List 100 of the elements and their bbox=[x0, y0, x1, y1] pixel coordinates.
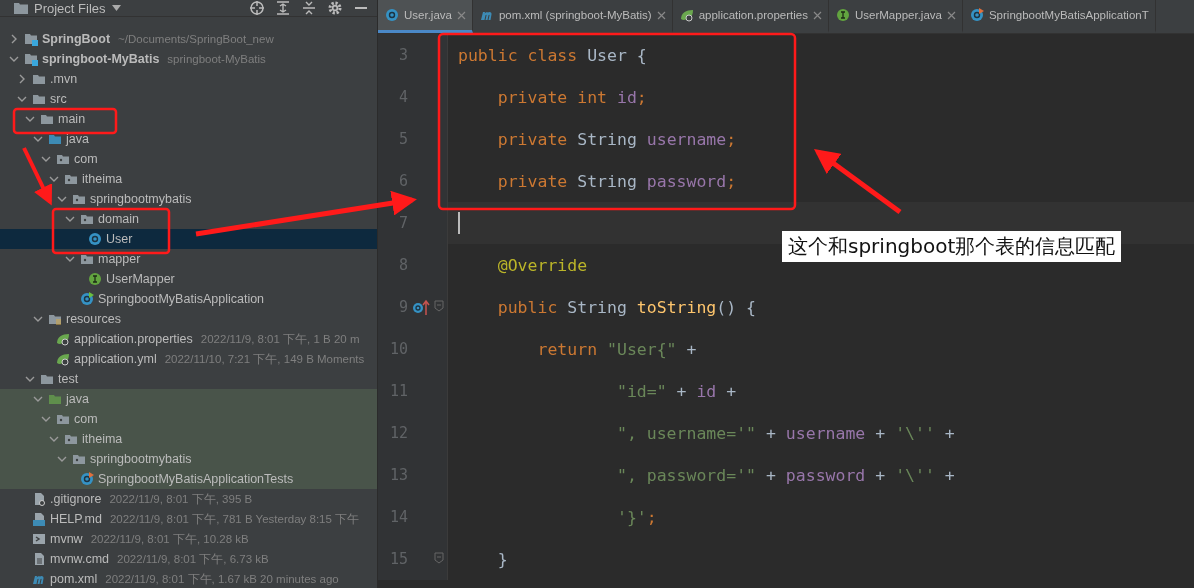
package-icon bbox=[80, 212, 94, 226]
item-name: HELP.md bbox=[50, 512, 102, 526]
tree-row[interactable]: SpringbootMyBatisApplicationTests bbox=[0, 469, 377, 489]
editor-tab[interactable]: application.properties bbox=[672, 0, 829, 33]
expand-all-button[interactable] bbox=[275, 0, 291, 16]
override-marker-icon[interactable] bbox=[412, 299, 430, 315]
code-line: public String toString() { bbox=[496, 297, 757, 317]
tree-row[interactable]: User bbox=[0, 229, 377, 249]
dropdown-caret-icon[interactable] bbox=[111, 5, 121, 11]
item-details: 2022/11/9, 8:01 下午, 1.67 kB 20 minutes ago bbox=[105, 571, 339, 587]
class-icon bbox=[385, 8, 399, 22]
tab-label: User.java bbox=[404, 9, 452, 21]
item-name: SpringbootMyBatisApplicationTests bbox=[98, 472, 294, 486]
item-details: 2022/11/9, 8:01 下午, 395 B bbox=[109, 491, 253, 507]
editor-tab[interactable]: User.java bbox=[378, 0, 473, 33]
item-details: springboot-MyBatis bbox=[167, 53, 266, 65]
fold-marker-icon[interactable] bbox=[434, 300, 444, 312]
tree-row[interactable]: src bbox=[0, 89, 377, 109]
class-icon bbox=[88, 232, 102, 246]
spring-class-icon bbox=[80, 292, 94, 306]
text-file-icon bbox=[32, 552, 46, 566]
leaf-icon bbox=[56, 332, 70, 346]
tree-row[interactable]: mvnw.cmd 2022/11/9, 8:01 下午, 6.73 kB bbox=[0, 549, 377, 569]
code-line: @Override bbox=[496, 255, 588, 275]
file-icon bbox=[32, 492, 46, 506]
tree-row[interactable]: HELP.md 2022/11/9, 8:01 下午, 781 B Yesterday 8:15 下午 bbox=[0, 509, 377, 529]
tree-row[interactable]: mvnw 2022/11/9, 8:01 下午, 10.28 kB bbox=[0, 529, 377, 549]
item-name: java bbox=[66, 392, 89, 406]
annotation-arrow bbox=[22, 147, 53, 206]
tree-row[interactable]: itheima bbox=[0, 429, 377, 449]
item-name: src bbox=[50, 92, 67, 106]
tree-row[interactable]: .mvn bbox=[0, 69, 377, 89]
tree-row[interactable]: springbootmybatis bbox=[0, 449, 377, 469]
leaf-icon bbox=[56, 352, 70, 366]
code-line: return "User{" + bbox=[536, 339, 697, 359]
tree-row[interactable]: domain bbox=[0, 209, 377, 229]
folder-icon bbox=[48, 132, 62, 146]
tree-row[interactable]: mapper bbox=[0, 249, 377, 269]
fold-marker-icon[interactable] bbox=[434, 552, 444, 564]
item-details: 2022/11/10, 7:21 下午, 149 B Moments bbox=[164, 351, 365, 367]
item-name: UserMapper bbox=[106, 272, 175, 286]
package-icon bbox=[72, 452, 86, 466]
item-name: springbootmybatis bbox=[90, 192, 192, 206]
item-name: itheima bbox=[82, 432, 123, 446]
tree-row[interactable]: resources bbox=[0, 309, 377, 329]
locate-button[interactable] bbox=[249, 0, 265, 16]
folder-icon bbox=[32, 92, 46, 106]
item-name: .mvn bbox=[50, 72, 78, 86]
tree-row[interactable]: test bbox=[0, 369, 377, 389]
tree-row[interactable]: application.properties 2022/11/9, 8:01 下午, 1 B 20 m bbox=[0, 329, 377, 349]
item-details: 2022/11/9, 8:01 下午, 10.28 kB bbox=[90, 531, 249, 547]
markdown-file-icon bbox=[32, 512, 46, 526]
tree-row[interactable]: com bbox=[0, 409, 377, 429]
tree-row[interactable]: UserMapper bbox=[0, 269, 377, 289]
settings-button[interactable] bbox=[327, 0, 343, 16]
module-icon bbox=[24, 32, 38, 46]
folder-icon bbox=[48, 392, 62, 406]
text-caret bbox=[458, 212, 460, 234]
tree-row[interactable]: pom.xml 2022/11/9, 8:01 下午, 1.67 kB 20 minutes ago bbox=[0, 569, 377, 588]
tree-row[interactable]: SpringBoot ~/Documents/SpringBoot_new bbox=[0, 29, 377, 49]
editor-tab[interactable]: UserMapper.java bbox=[829, 0, 963, 33]
item-name: domain bbox=[98, 212, 139, 226]
panel-title[interactable]: Project Files bbox=[34, 0, 106, 16]
item-details: 2022/11/9, 8:01 下午, 1 B 20 m bbox=[200, 331, 360, 347]
tree-row[interactable]: .gitignore 2022/11/9, 8:01 下午, 395 B bbox=[0, 489, 377, 509]
leaf-icon bbox=[679, 8, 694, 22]
item-name: com bbox=[74, 152, 98, 166]
package-icon bbox=[56, 412, 70, 426]
editor-tab[interactable]: SpringbootMyBatisApplicationT bbox=[962, 0, 1156, 33]
tree-row[interactable]: main bbox=[0, 109, 377, 129]
package-icon bbox=[72, 192, 86, 206]
tree-row[interactable]: SpringbootMyBatisApplication bbox=[0, 289, 377, 309]
test-class-icon bbox=[969, 8, 984, 22]
item-details: 2022/11/9, 8:01 下午, 781 B Yesterday 8:15 下午 bbox=[109, 511, 360, 527]
annotation-note: 这个和springboot那个表的信息匹配 bbox=[782, 231, 1122, 262]
tree-row[interactable]: com bbox=[0, 149, 377, 169]
folder-icon bbox=[14, 2, 28, 14]
item-name: java bbox=[66, 132, 89, 146]
tab-label: pom.xml (springboot-MyBatis) bbox=[498, 9, 652, 21]
item-name: .gitignore bbox=[50, 492, 102, 506]
tree-row[interactable]: application.yml 2022/11/10, 7:21 下午, 149 B Moments bbox=[0, 349, 377, 369]
collapse-all-button[interactable] bbox=[301, 0, 317, 16]
tree-row[interactable]: java bbox=[0, 389, 377, 409]
tree-row[interactable]: itheima bbox=[0, 169, 377, 189]
code-line: private int id; bbox=[496, 87, 647, 107]
tree-row[interactable]: springbootmybatis bbox=[0, 189, 377, 209]
terminal-file-icon bbox=[32, 532, 46, 546]
item-name: main bbox=[58, 112, 86, 126]
interface-icon bbox=[836, 8, 850, 22]
item-name: pom.xml bbox=[50, 572, 98, 586]
item-name: com bbox=[74, 412, 98, 426]
item-name: itheima bbox=[82, 172, 123, 186]
tab-label: application.properties bbox=[698, 9, 808, 21]
package-icon bbox=[80, 252, 94, 266]
tab-label: SpringbootMyBatisApplicationT bbox=[988, 9, 1149, 21]
module-icon bbox=[24, 52, 38, 66]
editor-tab[interactable]: pom.xml (springboot-MyBatis) bbox=[472, 0, 673, 33]
item-name: mvnw bbox=[50, 532, 83, 546]
tree-row[interactable]: springboot-MyBatis springboot-MyBatis bbox=[0, 49, 377, 69]
tree-row[interactable]: java bbox=[0, 129, 377, 149]
